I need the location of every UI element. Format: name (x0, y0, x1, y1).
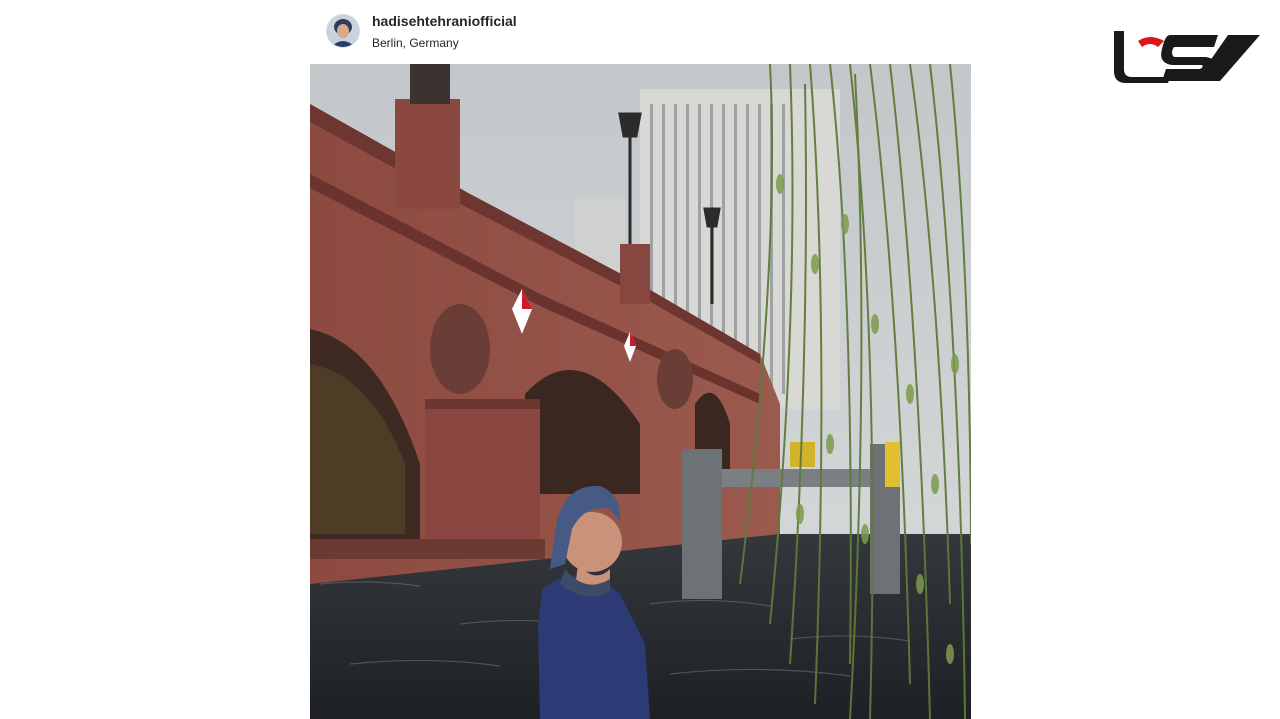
photo-scene (310, 64, 971, 719)
instagram-post: hadisehtehraniofficial Berlin, Germany (310, 0, 971, 719)
post-header: hadisehtehraniofficial Berlin, Germany (310, 0, 971, 65)
post-photo (310, 64, 971, 719)
site-logo[interactable] (1110, 25, 1262, 85)
post-location[interactable]: Berlin, Germany (372, 36, 459, 50)
site-logo-icon (1114, 31, 1260, 83)
profile-avatar[interactable] (326, 14, 360, 48)
post-username[interactable]: hadisehtehraniofficial (372, 13, 517, 29)
avatar-image (327, 15, 359, 47)
